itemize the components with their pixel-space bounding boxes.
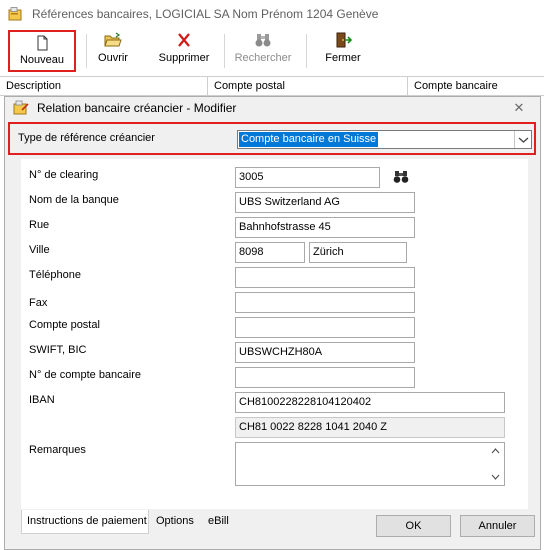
fax-label: Fax (29, 297, 48, 309)
remarks-textarea[interactable] (235, 442, 505, 486)
close-button-label: Fermer (325, 52, 361, 64)
ok-button[interactable]: OK (376, 515, 451, 537)
bank-name-label: Nom de la banque (29, 194, 119, 206)
delete-button[interactable]: Supprimer (154, 28, 214, 72)
app-icon (8, 7, 22, 21)
grid-header: Description Compte postal Compte bancair… (0, 76, 544, 96)
bank-relation-dialog: Relation bancaire créancier - Modifier ✕… (4, 96, 541, 550)
window-titlebar: Références bancaires, LOGICIAL SA Nom Pr… (0, 0, 544, 28)
scroll-up-icon (491, 448, 500, 454)
clearing-label: N° de clearing (29, 169, 99, 181)
iban-label: IBAN (29, 394, 55, 406)
delete-button-label: Supprimer (158, 52, 210, 64)
fax-input[interactable] (235, 292, 415, 313)
tab-options[interactable]: Options (151, 511, 199, 533)
iban-input[interactable]: CH8100228228104120402 (235, 392, 505, 413)
binoculars-icon[interactable] (393, 170, 409, 184)
chevron-down-icon[interactable] (514, 131, 531, 148)
binoculars-icon (255, 34, 271, 47)
remarks-label: Remarques (29, 444, 86, 456)
swift-label: SWIFT, BIC (29, 344, 87, 356)
new-button[interactable]: Nouveau (8, 30, 76, 72)
dialog-titlebar: Relation bancaire créancier - Modifier ✕ (5, 97, 540, 119)
toolbar-separator (306, 34, 307, 68)
swift-input[interactable]: UBSWCHZH80A (235, 342, 415, 363)
bank-account-input[interactable] (235, 367, 415, 388)
dialog-icon (13, 100, 29, 115)
city-input[interactable]: Zürich (309, 242, 407, 263)
payment-instructions-panel: N° de clearing 3005 Nom de la banque UBS… (21, 159, 528, 509)
delete-x-icon (178, 33, 190, 47)
bank-name-input[interactable]: UBS Switzerland AG (235, 192, 415, 213)
cancel-button[interactable]: Annuler (460, 515, 535, 537)
street-input[interactable]: Bahnhofstrasse 45 (235, 217, 415, 238)
column-header-description[interactable]: Description (0, 77, 208, 95)
toolbar-separator (86, 34, 87, 68)
column-header-bank-account[interactable]: Compte bancaire (408, 77, 544, 95)
reference-type-label: Type de référence créancier (18, 132, 155, 144)
new-button-label: Nouveau (19, 54, 65, 66)
tab-payment-instructions[interactable]: Instructions de paiement (21, 510, 149, 534)
bank-account-label: N° de compte bancaire (29, 369, 142, 381)
phone-label: Téléphone (29, 269, 81, 281)
dialog-title: Relation bancaire créancier - Modifier (37, 101, 237, 115)
reference-type-select[interactable]: Compte bancaire en Suisse (237, 130, 532, 149)
scroll-down-icon (491, 474, 500, 480)
reference-type-value: Compte bancaire en Suisse (239, 132, 379, 147)
reference-type-row: Type de référence créancier Compte banca… (8, 122, 536, 155)
search-button[interactable]: Rechercher (230, 28, 296, 72)
toolbar-separator (224, 34, 225, 68)
new-document-icon (37, 35, 48, 51)
city-label: Ville (29, 244, 50, 256)
dialog-close-icon[interactable]: ✕ (511, 100, 527, 116)
column-header-postal-account[interactable]: Compte postal (208, 77, 408, 95)
iban-formatted-display: CH81 0022 8228 1041 2040 Z (235, 417, 505, 438)
postal-account-label: Compte postal (29, 319, 100, 331)
phone-input[interactable] (235, 267, 415, 288)
open-button[interactable]: Ouvrir (90, 28, 136, 72)
clearing-input[interactable]: 3005 (235, 167, 380, 188)
zip-input[interactable]: 8098 (235, 242, 305, 263)
tab-ebill[interactable]: eBill (203, 511, 234, 533)
street-label: Rue (29, 219, 50, 231)
open-button-label: Ouvrir (98, 52, 128, 64)
search-button-label: Rechercher (234, 52, 292, 64)
window-title: Références bancaires, LOGICIAL SA Nom Pr… (32, 7, 379, 21)
open-folder-icon (104, 32, 122, 47)
toolbar: Nouveau Ouvrir Supprimer Rechercher Ferm… (0, 28, 544, 76)
postal-account-input[interactable] (235, 317, 415, 338)
exit-door-icon (336, 32, 352, 48)
close-button[interactable]: Fermer (318, 28, 368, 72)
remarks-scrollbar[interactable] (487, 443, 504, 485)
